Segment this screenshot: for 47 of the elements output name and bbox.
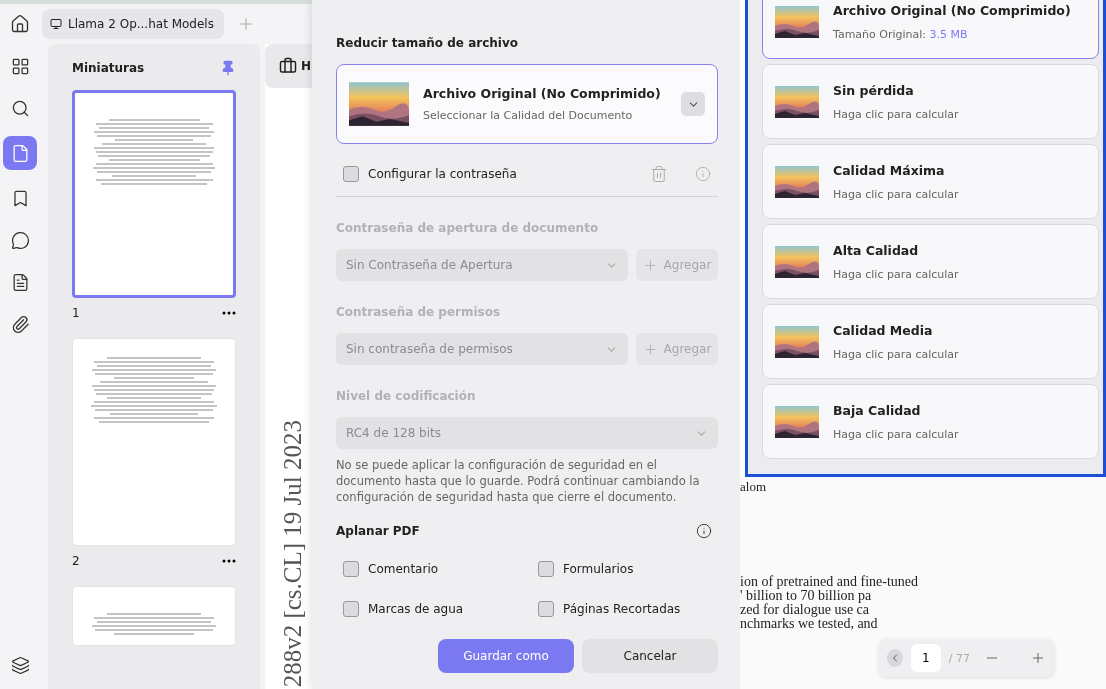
quality-option[interactable]: Sin pérdida Haga clic para calcular [762,64,1099,139]
quality-option[interactable]: Baja Calidad Haga clic para calcular [762,384,1099,459]
checkbox-label: Marcas de agua [368,602,464,616]
field-label: Contraseña de apertura de documento [336,221,600,235]
panel-title: Miniaturas [72,61,145,75]
document-text: zed for dialogue use ca [740,603,870,617]
option-subtitle: Haga clic para calcular [833,347,959,361]
quality-select[interactable]: Archivo Original (No Comprimido) Seleccionar la Calidad del Documento [336,64,718,144]
field-label: Nivel de codificación [336,389,477,403]
page-number: 1 [72,306,80,320]
option-subtitle: Haga clic para calcular [833,187,959,201]
security-note: No se puede aplicar la configuración de seguridad en el documento hasta que lo guarde. Podrá continuar cambiando la configuración de seguridad hasta que cierre el documento. [336,457,701,505]
save-button[interactable]: Guardar como [438,639,574,673]
checkbox-label: Comentario [368,562,439,576]
option-title: Archivo Original (No Comprimido) [833,2,1071,18]
quality-option[interactable]: Calidad Máxima Haga clic para calcular [762,144,1099,219]
document-text: nchmarks we tested, and [740,617,879,631]
option-title: Sin pérdida [833,82,915,98]
side-text: 288v2 [cs.CL] 19 Jul 2023 [279,419,307,687]
section-title: Aplanar PDF [336,524,420,538]
quality-option[interactable]: Alta Calidad Haga clic para calcular [762,224,1099,299]
option-subtitle: Haga clic para calcular [833,107,959,121]
section-title: Reducir tamaño de archivo [336,36,519,50]
option-title: Calidad Máxima [833,162,946,178]
checkbox-label: Páginas Recortadas [563,602,681,616]
option-title: Alta Calidad [833,242,920,258]
quality-option[interactable]: Archivo Original (No Comprimido) Tamaño Original: 3.5 MB [762,0,1099,59]
option-title: Calidad Media [833,322,934,338]
option-subtitle: Haga clic para calcular [833,427,959,441]
quality-option[interactable]: Calidad Media Haga clic para calcular [762,304,1099,379]
page-total: / 77 [948,651,970,665]
checkbox-label: Formularios [563,562,634,576]
option-title: Baja Calidad [833,402,922,418]
page-number: 2 [72,554,80,568]
quality-subtitle: Seleccionar la Calidad del Documento [423,109,634,122]
page-field[interactable]: 1 [910,644,941,672]
cancel-button[interactable]: Cancelar [582,639,718,673]
document-text: alom [740,479,767,495]
document-text: ion of pretrained and fine-tuned [740,575,920,589]
option-subtitle: Haga clic para calcular [833,267,959,281]
field-label: Contraseña de permisos [336,305,502,319]
quality-title: Archivo Original (No Comprimido) [423,86,662,101]
checkbox-label: Configurar la contraseña [368,167,517,181]
toolbar-button[interactable]: H [265,44,312,88]
document-tab[interactable]: Llama 2 Op...hat Models [42,9,224,39]
option-subtitle: Tamaño Original: 3.5 MB [833,27,969,41]
document-text: ' billion to 70 billion pa [740,589,873,603]
